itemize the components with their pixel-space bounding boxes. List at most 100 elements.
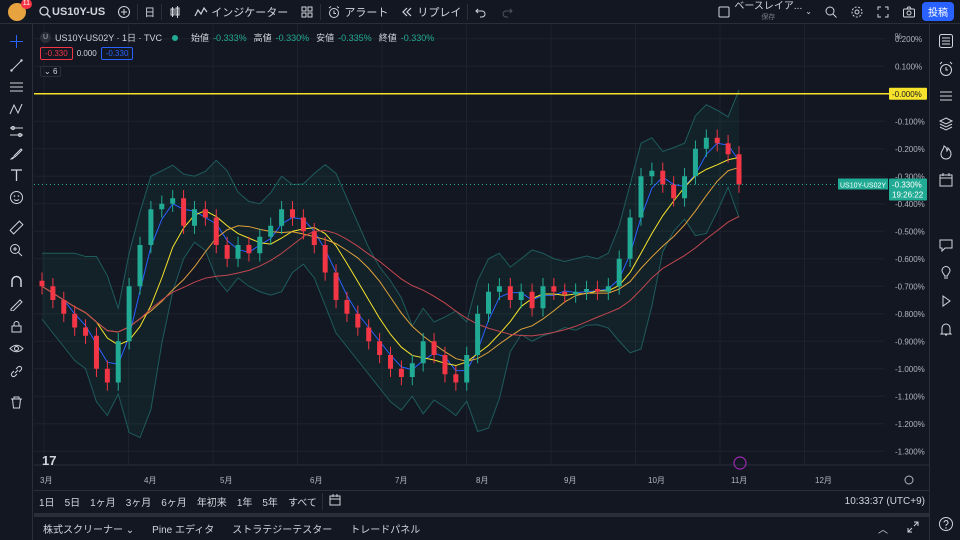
link-icon[interactable]	[9, 364, 24, 379]
countdown-label: 19:26:22	[892, 191, 924, 200]
price-tick-label: -0.200%	[895, 145, 925, 154]
range-3m[interactable]: 3ヶ月	[121, 494, 157, 509]
high-label: 高値	[253, 33, 272, 43]
fib-lines-icon[interactable]	[9, 80, 24, 95]
emoji-icon[interactable]	[9, 190, 24, 205]
forecast-icon[interactable]	[9, 124, 24, 139]
text-icon[interactable]	[9, 168, 24, 183]
candle	[496, 286, 502, 292]
candle	[377, 341, 383, 355]
candle	[126, 286, 132, 342]
pattern-icon[interactable]	[9, 102, 24, 117]
hotlist-fire-icon[interactable]	[938, 144, 954, 160]
indicators-button[interactable]: インジケーター	[188, 0, 294, 24]
chart-type-button[interactable]	[162, 0, 188, 24]
close-label: 終値	[378, 33, 397, 43]
crosshair-icon[interactable]	[9, 34, 24, 49]
candle	[246, 245, 252, 254]
candle	[431, 341, 437, 355]
compare-button[interactable]	[111, 0, 137, 24]
range-1d[interactable]: 1日	[34, 494, 60, 509]
tab-stock-screener[interactable]: 株式スクリーナー ⌄	[34, 521, 143, 536]
trash-icon[interactable]	[9, 395, 24, 410]
low-value: -0.335%	[338, 32, 372, 43]
sell-price-button[interactable]: -0.330	[40, 47, 73, 60]
tab-trading-panel[interactable]: トレードパネル	[341, 521, 429, 536]
layers-icon[interactable]	[938, 116, 954, 132]
trendline-icon[interactable]	[9, 58, 24, 73]
tab-strategy-tester[interactable]: ストラテジーテスター	[223, 521, 341, 536]
price-tick-label: -0.100%	[895, 117, 925, 126]
snapshot-button[interactable]	[896, 0, 922, 24]
candle	[475, 313, 481, 355]
eye-icon[interactable]	[9, 341, 24, 356]
interval-button[interactable]: 日	[138, 0, 161, 24]
replay-button[interactable]: リプレイ	[394, 0, 467, 24]
indicators-icon	[194, 5, 208, 19]
symbol-name: US10Y-US	[52, 5, 106, 18]
goto-date-button[interactable]	[321, 493, 347, 510]
redo-button[interactable]	[494, 0, 520, 24]
candle	[366, 327, 372, 342]
fullscreen-button[interactable]	[870, 0, 896, 24]
undo-button[interactable]	[468, 0, 494, 24]
layout-menu-button[interactable]: ベースレイア... 保存 ⌄	[711, 0, 818, 24]
range-1y[interactable]: 1年	[232, 494, 258, 509]
legend: U US10Y-US02Y · 1日 · TVC 始値 -0.333% 高値 -0.…	[40, 31, 434, 44]
collapse-panel-button[interactable]: ︿	[869, 521, 897, 536]
watchlist-icon[interactable]	[938, 33, 954, 49]
candle	[104, 368, 110, 383]
range-6m[interactable]: 6ヶ月	[156, 494, 192, 509]
calendar-icon[interactable]	[938, 172, 954, 188]
object-tree-icon[interactable]	[938, 88, 954, 104]
time-tick-label: 4月	[144, 476, 156, 485]
candle	[736, 154, 742, 185]
help-icon[interactable]	[938, 516, 954, 532]
indicators-collapse-button[interactable]: ⌄ 6	[40, 66, 62, 77]
candle	[311, 231, 317, 245]
range-1m[interactable]: 1ヶ月	[85, 494, 121, 509]
ruler-icon[interactable]	[9, 220, 24, 235]
layout-name: ベースレイア...	[734, 0, 803, 12]
range-5y[interactable]: 5年	[257, 494, 283, 509]
settings-button[interactable]	[844, 0, 870, 24]
draw-mode-lock-icon[interactable]	[9, 296, 24, 311]
high-value: -0.330%	[275, 32, 310, 43]
notifications-bell-icon[interactable]	[938, 321, 954, 337]
layouts-button[interactable]	[294, 0, 320, 24]
clock[interactable]: 10:33:37 (UTC+9)	[845, 496, 925, 507]
candle	[355, 313, 361, 328]
brush-icon[interactable]	[9, 146, 24, 161]
range-ytd[interactable]: 年初来	[192, 494, 232, 509]
camera-icon	[902, 5, 916, 19]
price-unit-label: %	[895, 32, 902, 41]
candle	[333, 272, 339, 300]
tab-pine-editor[interactable]: Pine エディタ	[143, 521, 223, 536]
lock-icon[interactable]	[9, 319, 24, 334]
alert-button[interactable]: アラート	[321, 0, 394, 24]
range-all[interactable]: すべて	[283, 494, 322, 509]
chart-canvas[interactable]: 0.200%0.100%-0.100%-0.200%-0.300%-0.400%…	[34, 25, 929, 490]
chat-icon[interactable]	[938, 237, 954, 253]
candle	[83, 327, 89, 336]
user-avatar[interactable]: 11	[8, 0, 32, 21]
streams-play-icon[interactable]	[938, 293, 954, 309]
range-5d[interactable]: 5日	[60, 494, 86, 509]
rewind-icon	[400, 5, 414, 19]
zoom-in-icon[interactable]	[9, 243, 24, 258]
drawing-toolbar	[0, 24, 33, 540]
candle	[235, 245, 241, 259]
price-tick-label: -0.900%	[895, 337, 925, 346]
alarm-clock-icon[interactable]	[938, 61, 954, 77]
candle	[170, 198, 176, 204]
chevron-down-icon: ⌄	[44, 67, 51, 76]
ideas-lightbulb-icon[interactable]	[938, 265, 954, 281]
symbol-search-button[interactable]: US10Y-US	[32, 0, 111, 24]
buy-price-button[interactable]: -0.330	[100, 47, 134, 60]
publish-button[interactable]: 投稿	[922, 2, 954, 21]
chart-pane[interactable]: 0.200% 0.100% -0.100% -0.200% -0.300% -0.400%…	[34, 25, 929, 490]
maximize-panel-button[interactable]	[897, 520, 929, 537]
magnet-icon[interactable]	[9, 274, 24, 289]
quick-search-button[interactable]	[818, 0, 844, 24]
time-tick-label: 10月	[648, 476, 665, 485]
